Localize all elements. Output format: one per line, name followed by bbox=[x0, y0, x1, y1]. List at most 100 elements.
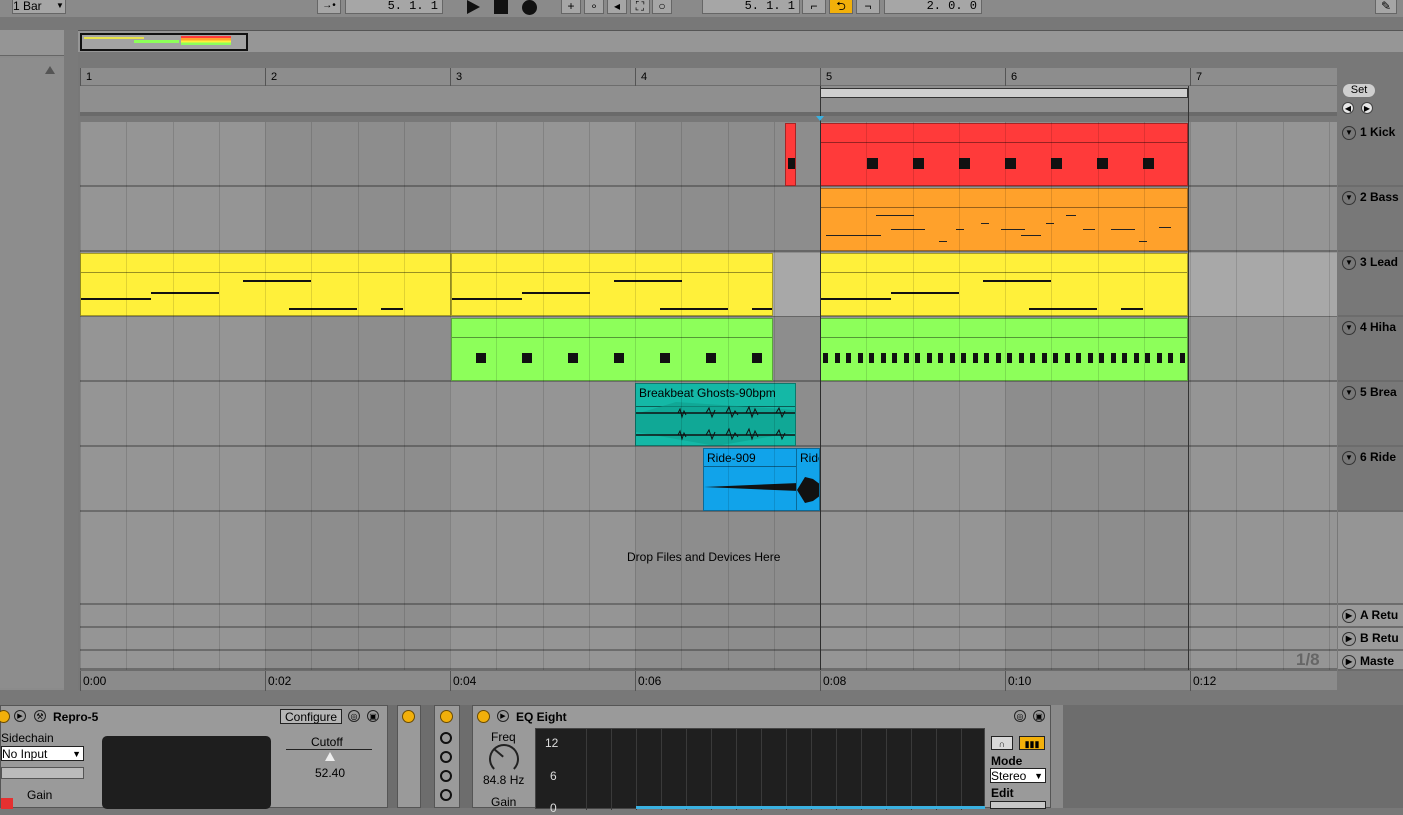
track-header-lead[interactable]: ▼ 3 Lead bbox=[1338, 252, 1403, 317]
loop-start-field[interactable]: 5. 1. 1 bbox=[702, 0, 800, 14]
draw-mode-icon[interactable]: ✎ bbox=[1375, 0, 1397, 14]
loop-switch-icon[interactable]: ⮌ bbox=[829, 0, 853, 14]
midi-note bbox=[568, 353, 578, 363]
overdub-icon[interactable]: + bbox=[561, 0, 581, 14]
session-record-icon[interactable]: ○ bbox=[652, 0, 672, 14]
play-device-icon[interactable]: ▶ bbox=[14, 710, 26, 722]
clip-ride-1[interactable]: Ride-909 bbox=[703, 448, 797, 511]
clip-lead-1[interactable] bbox=[80, 253, 451, 316]
arrangement-overview[interactable] bbox=[78, 30, 1403, 52]
clip-breakbeat[interactable]: Breakbeat Ghosts-90bpm bbox=[635, 383, 796, 446]
drop-zone-header bbox=[1338, 512, 1403, 605]
device-power-icon[interactable] bbox=[402, 710, 415, 723]
bar-number: 6 bbox=[1011, 71, 1018, 83]
loop-brace[interactable] bbox=[820, 88, 1188, 98]
fold-icon[interactable]: ▼ bbox=[1342, 191, 1356, 205]
midi-note bbox=[1053, 353, 1058, 363]
clip-ride-2[interactable]: Ride bbox=[796, 448, 820, 511]
wrench-icon[interactable]: ⚒ bbox=[34, 710, 46, 722]
master-header[interactable]: ▶ Maste bbox=[1338, 651, 1403, 671]
track-header-bass[interactable]: ▼ 2 Bass bbox=[1338, 187, 1403, 252]
clip-bass[interactable] bbox=[820, 188, 1188, 251]
bar-number bbox=[1005, 68, 1006, 86]
punch-in-icon[interactable]: ⌐ bbox=[802, 0, 826, 14]
return-header-a[interactable]: ▶ A Retu bbox=[1338, 605, 1403, 628]
clip-lead-2[interactable] bbox=[451, 253, 773, 316]
device-settings-icon[interactable]: ◎ bbox=[348, 710, 360, 722]
loop-length-field[interactable]: 2. 0. 0 bbox=[884, 0, 982, 14]
midi-note bbox=[1156, 353, 1162, 363]
zoom-level[interactable]: 1/8 bbox=[1296, 650, 1320, 670]
expand-icon[interactable]: ▶ bbox=[1342, 632, 1356, 646]
quantize-select[interactable]: 1 Bar ▼ bbox=[12, 0, 66, 14]
midi-note bbox=[983, 280, 1051, 282]
clip-hihat-2[interactable] bbox=[820, 318, 1188, 381]
spectrum-icon[interactable]: ▮▮▮ bbox=[1019, 736, 1045, 750]
eq-display[interactable]: 12 6 0 bbox=[535, 728, 986, 815]
save-preset-icon[interactable]: ▣ bbox=[367, 710, 379, 722]
browser-list[interactable] bbox=[0, 58, 64, 688]
capture-icon[interactable]: ⛶ bbox=[630, 0, 650, 14]
save-preset-icon[interactable]: ▣ bbox=[1033, 710, 1045, 722]
expand-icon[interactable]: ▶ bbox=[1342, 655, 1356, 669]
fold-icon[interactable]: ▼ bbox=[1342, 126, 1356, 140]
chain-list-icon[interactable] bbox=[440, 770, 452, 782]
arrangement-position-field[interactable]: 5. 1. 1 bbox=[345, 0, 443, 14]
device-scroll-divider[interactable] bbox=[1051, 705, 1063, 808]
mode-select[interactable]: Stereo ▼ bbox=[990, 768, 1046, 783]
device-settings-icon[interactable]: ◎ bbox=[1014, 710, 1026, 722]
midi-note bbox=[1121, 308, 1143, 310]
sidechain-meter bbox=[1, 767, 84, 779]
track-header-hihat[interactable]: ▼ 4 Hiha bbox=[1338, 317, 1403, 382]
fold-icon[interactable]: ▼ bbox=[1342, 256, 1356, 270]
control-bar: 1 Bar ▼ →• 5. 1. 1 + ∘ ◂ ⛶ ○ 5. 1. 1 ⌐ ⮌… bbox=[0, 0, 1403, 17]
fold-icon[interactable]: ▼ bbox=[1342, 321, 1356, 335]
track-header-ride[interactable]: ▼ 6 Ride bbox=[1338, 447, 1403, 512]
device-power-icon[interactable] bbox=[0, 710, 10, 723]
device-view: ▶ ⚒ Repro-5 Configure ◎ ▣ Sidechain No I… bbox=[0, 705, 1403, 815]
set-locator-button[interactable]: Set bbox=[1343, 84, 1375, 97]
fold-icon[interactable]: ▼ bbox=[1342, 386, 1356, 400]
dropdown-arrow-icon: ▼ bbox=[56, 1, 64, 10]
play-icon[interactable] bbox=[467, 0, 480, 14]
return-header-b[interactable]: ▶ B Retu bbox=[1338, 628, 1403, 651]
midi-note bbox=[381, 308, 403, 310]
macro-icon[interactable] bbox=[440, 732, 452, 744]
random-icon[interactable] bbox=[440, 751, 452, 763]
clip-hihat-1[interactable] bbox=[451, 318, 773, 381]
fold-icon[interactable]: ▼ bbox=[1342, 451, 1356, 465]
play-device-icon[interactable]: ▶ bbox=[497, 710, 509, 722]
follow-icon[interactable]: →• bbox=[317, 0, 341, 14]
punch-out-icon[interactable]: ¬ bbox=[856, 0, 880, 14]
midi-note bbox=[1041, 353, 1047, 363]
bar-number bbox=[80, 68, 81, 86]
cutoff-handle-icon[interactable] bbox=[325, 752, 335, 761]
midi-note bbox=[939, 241, 947, 242]
midi-note bbox=[1051, 158, 1062, 169]
headphone-icon[interactable]: ∩ bbox=[991, 736, 1013, 750]
record-icon[interactable] bbox=[522, 0, 537, 15]
cutoff-slider[interactable] bbox=[286, 749, 372, 750]
device-power-icon[interactable] bbox=[477, 710, 490, 723]
device-list-icon[interactable] bbox=[440, 789, 452, 801]
beat-time-ruler[interactable]: 1 2 3 4 5 6 7 bbox=[80, 68, 1337, 86]
configure-button[interactable]: Configure bbox=[280, 709, 342, 724]
clip-lead-3[interactable] bbox=[820, 253, 1188, 316]
prev-locator-icon[interactable]: ◀ bbox=[1342, 102, 1354, 114]
device-rack-controls bbox=[434, 705, 460, 808]
track-header-breakbeat[interactable]: ▼ 5 Brea bbox=[1338, 382, 1403, 447]
scroll-up-icon[interactable] bbox=[45, 66, 55, 74]
sidechain-input-select[interactable]: No Input ▼ bbox=[1, 746, 84, 761]
back-to-arrangement-icon[interactable]: ◂ bbox=[607, 0, 627, 14]
expand-icon[interactable]: ▶ bbox=[1342, 609, 1356, 623]
clip-kick-short[interactable] bbox=[785, 123, 796, 186]
device-power-icon[interactable] bbox=[440, 710, 453, 723]
track-header-kick[interactable]: ▼ 1 Kick bbox=[1338, 122, 1403, 187]
stop-icon[interactable] bbox=[494, 0, 508, 14]
time-ruler[interactable]: 0:00 0:02 0:04 0:06 0:08 0:10 0:12 bbox=[80, 670, 1337, 691]
automation-arm-icon[interactable]: ∘ bbox=[584, 0, 604, 14]
midi-note bbox=[857, 353, 863, 363]
loop-brace-strip[interactable] bbox=[80, 86, 1337, 116]
next-locator-icon[interactable]: ▶ bbox=[1361, 102, 1373, 114]
clip-kick[interactable] bbox=[820, 123, 1188, 186]
